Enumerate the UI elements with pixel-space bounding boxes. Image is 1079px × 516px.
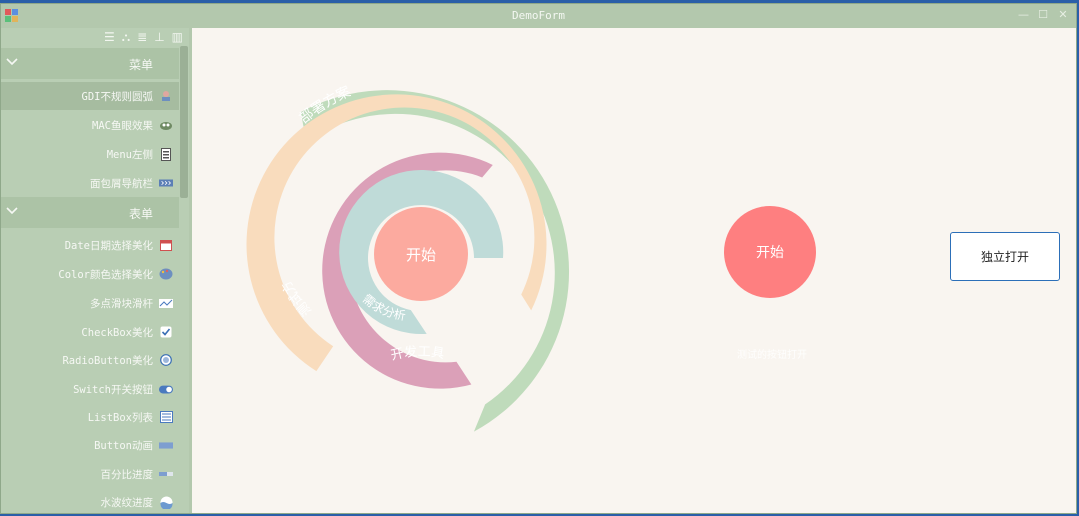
fisheye-icon (159, 118, 173, 132)
menu-item-label: 水波纹进度 (100, 497, 154, 509)
menu-item-label: 百分比进度 (100, 469, 154, 481)
wave-progress-icon (159, 495, 173, 509)
menu-item-label: Button动画 (94, 440, 153, 452)
slider-icon (159, 296, 173, 310)
menu-item-mac-fisheye[interactable]: MAC鱼眼效果 (1, 111, 179, 139)
menu-item-checkbox[interactable]: CheckBox美化 (1, 318, 179, 346)
sidebar: ☰ ⛬ ≣ ⊥ ▥ 菜单 GDI不规则圆弧 MAC鱼眼效果 Menu左侧 面包屑… (1, 28, 189, 513)
menu-item-label: MAC鱼眼效果 (92, 120, 153, 132)
close-icon[interactable]: ✕ (1058, 8, 1068, 21)
palette-icon (159, 267, 173, 281)
toggle-icon (159, 382, 173, 396)
maximize-icon[interactable]: ☐ (1038, 8, 1048, 21)
hierarchy-icon[interactable]: ≣ (137, 29, 147, 45)
demo-form-window: DemoForm — ☐ ✕ ☰ ⛬ ≣ ⊥ ▥ 菜单 GDI不规则圆弧 MAC… (0, 3, 1077, 514)
menu-item-multi-slider[interactable]: 多点滑块滑杆 (1, 289, 179, 317)
sidebar-toolbar: ☰ ⛬ ≣ ⊥ ▥ (104, 29, 183, 45)
menu-item-label: CheckBox美化 (81, 327, 153, 339)
listbox-icon (159, 410, 173, 424)
secondary-caption: 测试的按钮打开 (737, 350, 807, 361)
menu-item-label: GDI不规则圆弧 (81, 91, 153, 103)
menu-item-radio[interactable]: RadioButton美化 (1, 346, 179, 374)
list-icon[interactable]: ☰ (104, 29, 115, 45)
percent-progress-icon (159, 467, 173, 481)
menu-item-date[interactable]: Date日期选择美化 (1, 231, 179, 259)
menu-item-menu-left[interactable]: Menu左侧 (1, 140, 179, 168)
columns-icon[interactable]: ▥ (172, 29, 183, 45)
checkbox-icon (159, 325, 173, 339)
arc-icon (159, 89, 173, 103)
minimize-icon[interactable]: — (1018, 8, 1029, 21)
menu-item-label: Date日期选择美化 (64, 240, 153, 252)
menu-item-switch[interactable]: Switch开关按钮 (1, 375, 179, 403)
menu-item-label: Color颜色选择美化 (58, 269, 153, 281)
menu-item-breadcrumb[interactable]: 面包屑导航栏 (1, 169, 179, 197)
menu-item-button-anim[interactable]: Button动画 (1, 431, 179, 459)
title-bar[interactable]: DemoForm — ☐ ✕ (1, 4, 1076, 28)
group-label: 表单 (128, 207, 153, 221)
sidebar-scrollbar[interactable] (180, 46, 188, 198)
menu-item-label: Switch开关按钮 (73, 384, 153, 396)
group-header-form[interactable]: 表单 (1, 197, 179, 228)
window-title: DemoForm (512, 9, 565, 22)
button-icon (159, 438, 173, 452)
radio-icon (159, 353, 173, 367)
breadcrumb-icon (159, 176, 173, 190)
menu-item-percent-progress[interactable]: 百分比进度 (1, 460, 179, 488)
tree-icon[interactable]: ⛬ (122, 29, 130, 45)
menu-item-label: RadioButton美化 (62, 355, 153, 367)
menu-item-color[interactable]: Color颜色选择美化 (1, 260, 179, 288)
open-standalone-button[interactable]: 独立打开 (950, 232, 1060, 281)
menu-item-wave-progress[interactable]: 水波纹进度 (1, 488, 179, 513)
menu-item-label: Menu左侧 (106, 149, 153, 161)
group-header-menu[interactable]: 菜单 (1, 48, 179, 79)
menu-item-label: 面包屑导航栏 (90, 178, 153, 190)
main-content: 开始 部署方案 测试方案 开发工具 需求分析 开始 测试的按钮打开 独立打开 (192, 28, 1076, 513)
group-label: 菜单 (128, 58, 153, 72)
pin-icon[interactable]: ⊥ (154, 29, 164, 45)
ring-center-label: 开始 (406, 246, 436, 264)
start-button-secondary[interactable]: 开始 (724, 206, 816, 298)
menu-item-label: 多点滑块滑杆 (90, 298, 153, 310)
menu-left-icon (159, 147, 173, 161)
calendar-icon (159, 238, 173, 252)
ring-menu: 开始 部署方案 测试方案 开发工具 需求分析 (192, 28, 570, 432)
menu-item-label: ListBox列表 (87, 412, 153, 424)
menu-item-listbox[interactable]: ListBox列表 (1, 403, 179, 431)
menu-item-gdi-arc[interactable]: GDI不规则圆弧 (1, 82, 179, 110)
